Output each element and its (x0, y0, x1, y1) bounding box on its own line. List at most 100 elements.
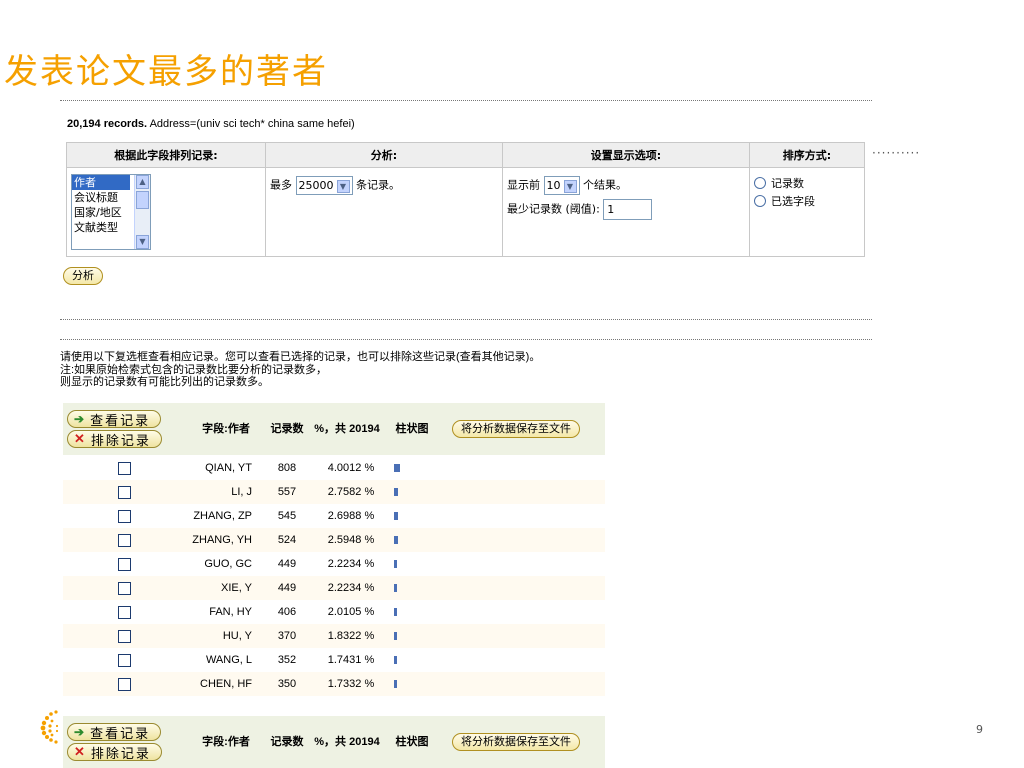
record-percentage: 1.8322 % (327, 630, 375, 642)
exclude-records-button-bottom[interactable]: ✕ 排除记录 (67, 743, 162, 761)
record-count: 352 (277, 654, 297, 666)
checkbox-cell (63, 605, 186, 619)
header-sort-field: 根据此字段排列记录: (66, 142, 266, 168)
sort-method-cell: 记录数 已选字段 (749, 167, 865, 257)
row-checkbox[interactable] (118, 629, 131, 643)
radio-icon[interactable] (754, 195, 766, 207)
save-to-file-button[interactable]: 将分析数据保存至文件 (452, 420, 580, 438)
dropdown-arrow-icon: ▼ (336, 179, 350, 193)
slide-title: 发表论文最多的著者 (4, 52, 328, 92)
record-count: 449 (277, 558, 297, 570)
bar-cell (386, 510, 444, 522)
table-row: XIE, Y 449 2.2234 % (63, 576, 605, 600)
scroll-up-icon[interactable]: ▲ (136, 175, 149, 189)
row-checkbox[interactable] (118, 509, 131, 523)
exclude-records-button[interactable]: ✕ 排除记录 (67, 430, 162, 448)
radio-icon[interactable] (754, 177, 766, 189)
note-line-2: 则显示的记录数有可能比列出的记录数多。 (60, 376, 269, 388)
bar-chart-bar (394, 512, 398, 521)
row-checkbox[interactable] (118, 557, 131, 571)
row-checkbox[interactable] (118, 677, 131, 691)
record-count: 524 (277, 534, 297, 546)
scroll-thumb[interactable] (136, 191, 149, 209)
col-header-field: 字段:作者 (202, 422, 250, 435)
author-name: XIE, Y (221, 582, 252, 594)
bar-chart-bar (394, 680, 397, 689)
sort-by-field-radio[interactable]: 已选字段 (754, 192, 860, 210)
bar-chart-bar (394, 488, 398, 497)
min-records-label: 最少记录数 (阈值): (507, 202, 600, 216)
view-records-button[interactable]: ➔ 查看记录 (67, 410, 162, 428)
close-icon: ✕ (74, 744, 87, 759)
bar-chart-bar (394, 584, 397, 593)
analyze-count-select[interactable]: 25000 ▼ (295, 176, 353, 195)
row-checkbox[interactable] (118, 533, 131, 547)
table-row: GUO, GC 449 2.2234 % (63, 552, 605, 576)
header-display-options: 设置显示选项: (502, 142, 750, 168)
checkbox-cell (63, 557, 186, 571)
bar-chart-bar (394, 464, 400, 473)
author-name: CHEN, HF (200, 678, 252, 690)
bar-chart-bar (394, 632, 397, 641)
record-count: 370 (277, 630, 297, 642)
row-checkbox[interactable] (118, 581, 131, 595)
checkbox-cell (63, 653, 186, 667)
row-checkbox[interactable] (118, 653, 131, 667)
analyze-count-value: 25000 (298, 179, 334, 192)
instruction-text: 请使用以下复选框查看相应记录。您可以查看已选择的记录，也可以排除这些记录(查看其… (60, 351, 541, 363)
analyze-button[interactable]: 分析 (63, 267, 103, 285)
author-name: QIAN, YT (205, 462, 252, 474)
field-option-author[interactable]: 作者 (72, 175, 130, 190)
show-count-select[interactable]: 10 ▼ (543, 176, 580, 195)
col-header-bar: 柱状图 (395, 735, 429, 748)
record-percentage: 2.5948 % (327, 534, 375, 546)
table-row: CHEN, HF 350 1.7332 % (63, 672, 605, 696)
arrow-right-icon: ➔ (74, 412, 87, 426)
author-name: GUO, GC (204, 558, 252, 570)
min-records-input[interactable]: 1 (603, 199, 653, 220)
field-list-scrollbar[interactable]: ▲ ▼ (134, 175, 150, 249)
record-percentage: 2.2234 % (327, 582, 375, 594)
col-header-field: 字段:作者 (202, 735, 250, 748)
save-to-file-button-bottom[interactable]: 将分析数据保存至文件 (452, 733, 580, 751)
results-header-top: ➔ 查看记录 ✕ 排除记录 字段:作者 记录数 %，共 20194 柱状图 将分析数… (63, 403, 605, 455)
note-line-1: 注:如果原始检索式包含的记录数比要分析的记录数多， (60, 364, 328, 376)
row-checkbox[interactable] (118, 461, 131, 475)
col-header-bar: 柱状图 (395, 422, 429, 435)
row-checkbox[interactable] (118, 605, 131, 619)
sort-by-count-radio[interactable]: 记录数 (754, 174, 860, 192)
bar-chart-bar (394, 536, 398, 545)
author-name: FAN, HY (209, 606, 252, 618)
bar-cell (386, 582, 444, 594)
table-row: ZHANG, YH 524 2.5948 % (63, 528, 605, 552)
bar-cell (386, 462, 444, 474)
record-count: 406 (277, 606, 297, 618)
view-records-button-bottom[interactable]: ➔ 查看记录 (67, 723, 162, 741)
bar-cell (386, 678, 444, 690)
author-name: HU, Y (222, 630, 252, 642)
checkbox-cell (63, 485, 186, 499)
field-listbox[interactable]: 作者 会议标题 国家/地区 文献类型 ▲ ▼ (71, 174, 151, 250)
author-name: ZHANG, ZP (193, 510, 252, 522)
scroll-down-icon[interactable]: ▼ (136, 235, 149, 249)
bar-cell (386, 558, 444, 570)
table-row: QIAN, YT 808 4.0012 % (63, 456, 605, 480)
bar-cell (386, 486, 444, 498)
table-row: ZHANG, ZP 545 2.6988 % (63, 504, 605, 528)
exclude-records-label: 排除记录 (90, 745, 151, 761)
show-count-value: 10 (546, 179, 561, 192)
col-header-pct: %，共 20194 (314, 735, 380, 748)
record-percentage: 2.2234 % (327, 558, 375, 570)
checkbox-cell (63, 677, 186, 691)
close-icon: ✕ (74, 431, 87, 446)
col-header-pct: %，共 20194 (314, 422, 380, 435)
exclude-records-label: 排除记录 (90, 432, 151, 448)
row-checkbox[interactable] (118, 485, 131, 499)
header-sort-method: 排序方式: (749, 142, 865, 168)
record-percentage: 2.7582 % (327, 486, 375, 498)
bar-cell (386, 654, 444, 666)
author-name: WANG, L (205, 654, 252, 666)
records-query: Address=(univ sci tech* china same hefei… (147, 118, 355, 130)
table-row: HU, Y 370 1.8322 % (63, 624, 605, 648)
field-list-cell: 作者 会议标题 国家/地区 文献类型 ▲ ▼ (66, 167, 266, 257)
